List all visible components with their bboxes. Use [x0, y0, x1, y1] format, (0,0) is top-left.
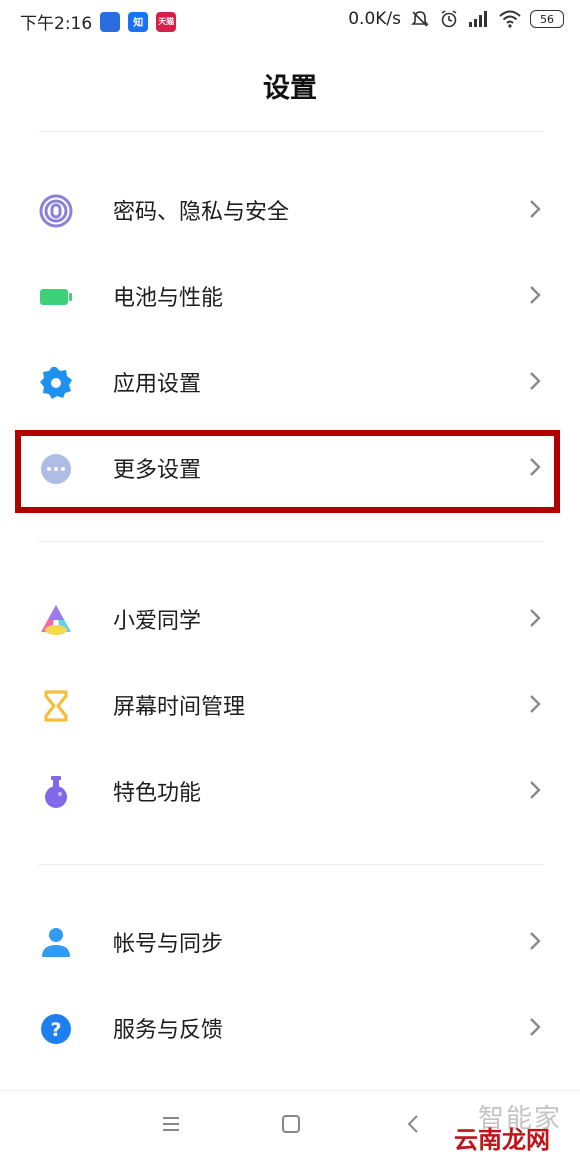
hourglass-icon: [44, 690, 68, 722]
mute-icon: [411, 11, 429, 27]
settings-item-service-feedback[interactable]: ? 服务与反馈: [0, 992, 580, 1062]
chevron-right-icon: [530, 1018, 541, 1036]
chevron-right-icon: [530, 932, 541, 950]
battery-level: 56: [530, 10, 564, 28]
help-icon: ?: [41, 1014, 71, 1044]
settings-item-screen-time[interactable]: 屏幕时间管理: [0, 669, 580, 739]
divider: [38, 131, 543, 132]
settings-item-battery-performance[interactable]: 电池与性能: [0, 260, 580, 330]
watermark: 智能家 云南龙网: [440, 1098, 570, 1156]
xiaoai-icon: [41, 605, 71, 635]
status-left: 下午2:16 知 天猫: [20, 9, 177, 34]
alarm-icon: [441, 10, 457, 28]
gear-icon: [40, 367, 72, 399]
chevron-right-icon: [530, 695, 541, 713]
network-speed: 0.0K/s: [348, 9, 401, 29]
page-title: 设置: [263, 73, 317, 104]
account-icon: [42, 928, 70, 957]
settings-item-xiaoai[interactable]: 小爱同学: [0, 583, 580, 653]
status-time: 下午2:16: [20, 14, 93, 34]
zhihu-icon: 知: [128, 11, 149, 32]
settings-item-app-settings[interactable]: 应用设置: [0, 346, 580, 416]
settings-item-privacy-security[interactable]: 密码、隐私与安全: [0, 174, 580, 244]
app-notification-icon: [100, 11, 121, 32]
chevron-right-icon: [530, 781, 541, 799]
watermark-bottom-text: 云南龙网: [454, 1126, 550, 1154]
settings-item-label: 屏幕时间管理: [113, 695, 246, 720]
settings-item-label: 密码、隐私与安全: [113, 200, 290, 225]
settings-item-label: 小爱同学: [113, 609, 202, 634]
settings-item-label: 特色功能: [113, 781, 202, 806]
status-bar: 下午2:16 知 天猫 0.0K/s 56: [0, 0, 580, 42]
flask-icon: [45, 776, 67, 808]
fingerprint-icon: [39, 194, 73, 228]
settings-item-label: 应用设置: [113, 372, 202, 397]
status-right: 0.0K/s 56: [348, 9, 564, 29]
highlight-box: [15, 430, 560, 513]
divider: [38, 541, 543, 542]
chevron-right-icon: [530, 372, 541, 390]
menu-nav-button[interactable]: [160, 1113, 182, 1135]
svg-text:?: ?: [50, 1019, 61, 1041]
chevron-right-icon: [530, 286, 541, 304]
settings-item-label: 帐号与同步: [113, 932, 224, 957]
divider: [38, 864, 543, 865]
wifi-icon: [499, 10, 521, 28]
back-nav-button[interactable]: [402, 1113, 424, 1135]
chevron-right-icon: [530, 609, 541, 627]
home-nav-button[interactable]: [280, 1113, 302, 1135]
settings-item-account-sync[interactable]: 帐号与同步: [0, 906, 580, 976]
chevron-right-icon: [530, 200, 541, 218]
signal-icon: [469, 11, 487, 27]
settings-item-label: 服务与反馈: [113, 1018, 224, 1043]
battery-icon: [40, 289, 72, 305]
tmall-icon: 天猫: [156, 11, 177, 32]
settings-item-features[interactable]: 特色功能: [0, 755, 580, 825]
settings-item-label: 电池与性能: [113, 286, 224, 311]
